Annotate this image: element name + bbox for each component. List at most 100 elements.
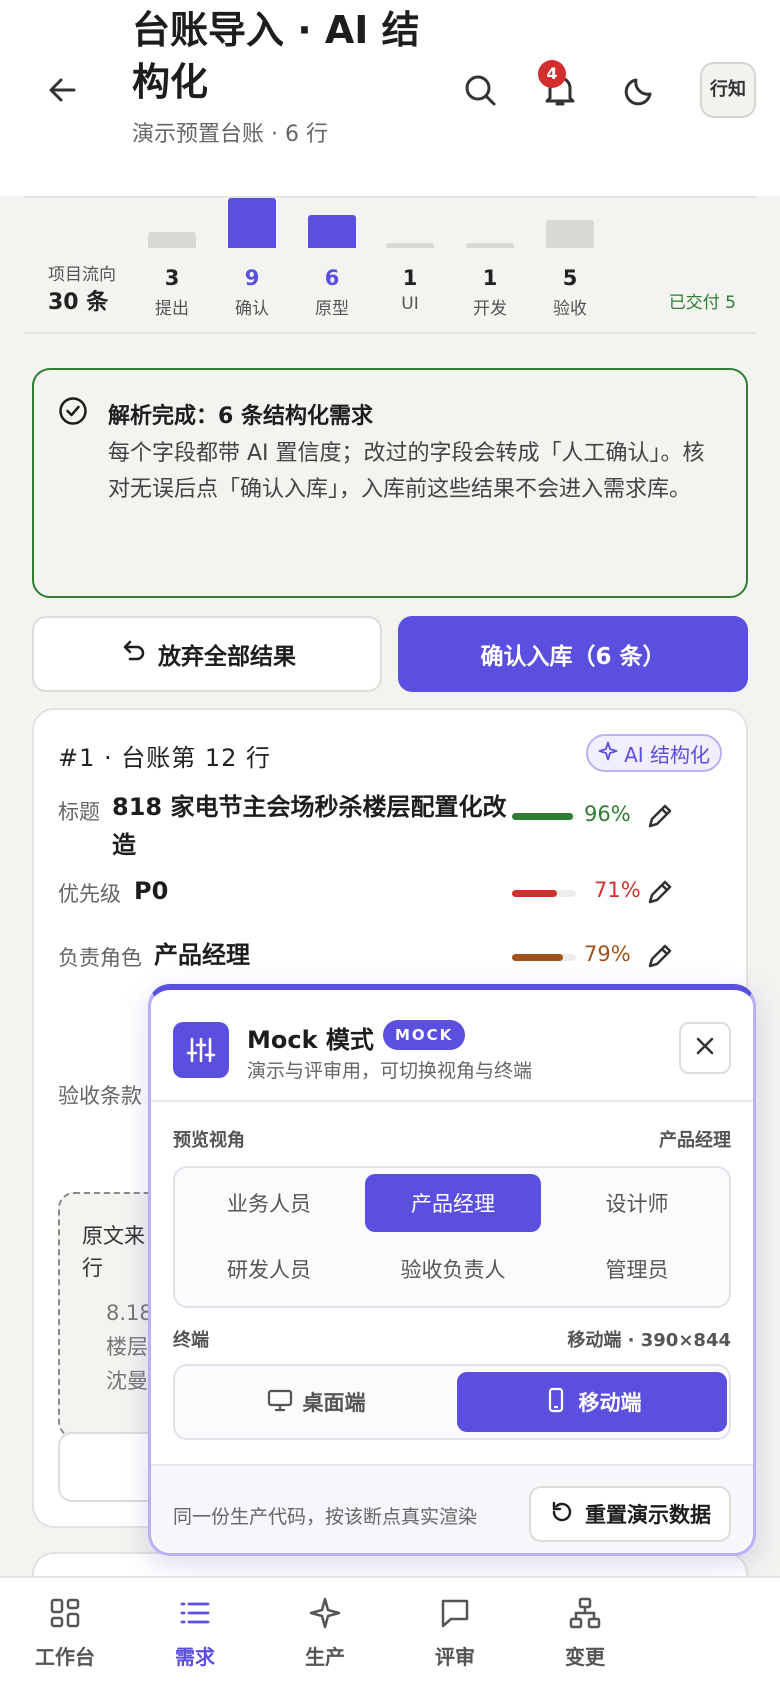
field-value-role[interactable]: 产品经理 (154, 936, 250, 974)
ai-chip-label: AI 结构化 (624, 742, 710, 767)
grid-icon (48, 1596, 82, 1635)
edit-pencil-icon[interactable] (644, 876, 676, 908)
sparkle-icon (308, 1596, 342, 1635)
mock-footer-text: 同一份生产代码，按该断点真实渲染 (173, 1506, 478, 1528)
sparkle-icon (598, 741, 618, 766)
parse-complete-notice: 解析完成：6 条结构化需求 每个字段都带 AI 置信度；改过的字段会转成「人工确… (32, 368, 748, 598)
role-option-developer[interactable]: 研发人员 (181, 1240, 357, 1298)
sliders-icon (173, 1022, 229, 1078)
nav-item-review[interactable]: 评审 (400, 1596, 510, 1680)
confidence-pct-role: 79% (584, 942, 631, 966)
view-section-label: 预览视角 (173, 1130, 245, 1151)
role-option-acceptance[interactable]: 验收负责人 (365, 1240, 541, 1298)
flow-stage-name: 开发 (473, 299, 507, 319)
mock-mode-panel: Mock 模式 MOCK 演示与评审用，可切换视角与终端 预览视角 产品经理 业… (148, 984, 756, 1556)
flow-stage-count: 1 (482, 266, 498, 290)
search-icon[interactable] (456, 66, 504, 114)
notification-badge: 4 (538, 60, 566, 88)
flow-stage[interactable]: 6 原型 (302, 198, 362, 334)
flow-stage[interactable]: 9 确认 (222, 198, 282, 334)
role-option-designer[interactable]: 设计师 (549, 1174, 725, 1232)
flow-stage[interactable]: 3 提出 (142, 198, 202, 334)
flow-stage-bar (228, 198, 276, 248)
field-value-title[interactable]: 818 家电节主会场秒杀楼层配置化改造 (112, 788, 512, 864)
undo-icon (118, 637, 146, 671)
flow-stage-count: 6 (324, 266, 340, 290)
nav-label: 生产 (305, 1645, 345, 1669)
role-option-admin[interactable]: 管理员 (549, 1240, 725, 1298)
nav-item-workspace[interactable]: 工作台 (10, 1596, 120, 1680)
reset-demo-button[interactable]: 重置演示数据 (529, 1486, 731, 1542)
edit-pencil-icon[interactable] (644, 800, 676, 832)
terminal-option-mobile[interactable]: 移动端 (457, 1372, 727, 1432)
flow-stage-bar (386, 243, 434, 248)
check-circle-icon (58, 396, 88, 426)
flow-stage-count: 1 (402, 266, 418, 290)
nav-item-changes[interactable]: 变更 (530, 1596, 640, 1680)
confirm-import-button[interactable]: 确认入库（6 条） (398, 616, 748, 692)
card-header: #1 · 台账第 12 行 (58, 744, 272, 772)
close-icon (694, 1035, 716, 1061)
discard-all-button[interactable]: 放弃全部结果 (32, 616, 382, 692)
flow-stage[interactable]: 1 开发 (460, 198, 520, 334)
page-subtitle: 演示预置台账 · 6 行 (132, 122, 328, 147)
project-flow-strip: 项目流向 30 条 3 提出 9 确认 6 原型 1 UI 1 开发 5 验收 已交付 5 (24, 196, 756, 334)
flow-total: 30 条 (48, 290, 109, 315)
reset-label: 重置演示数据 (585, 1503, 711, 1527)
app-header: 台账导入 · AI 结构化 演示预置台账 · 6 行 4 行知 (0, 0, 780, 196)
nav-item-requirements[interactable]: 需求 (140, 1596, 250, 1680)
confidence-bar-role (512, 954, 576, 961)
divider (151, 1100, 753, 1102)
field-label-priority: 优先级 (58, 882, 121, 906)
edit-pencil-icon[interactable] (644, 940, 676, 972)
avatar[interactable]: 行知 (700, 62, 756, 118)
nav-item-production[interactable]: 生产 (270, 1596, 380, 1680)
role-selector: 业务人员 产品经理 设计师 研发人员 验收负责人 管理员 (173, 1166, 731, 1308)
confidence-fill-role (512, 954, 563, 961)
ai-structured-chip[interactable]: AI 结构化 (586, 734, 722, 772)
nav-label: 评审 (435, 1645, 475, 1669)
flow-stage[interactable]: 1 UI (380, 198, 440, 334)
notice-body: 每个字段都带 AI 置信度；改过的字段会转成「人工确认」。核对无误后点「确认入库… (108, 441, 705, 502)
confidence-pct-title: 96% (584, 802, 631, 826)
flow-stage-count: 5 (562, 266, 578, 290)
confidence-bar-title (512, 813, 576, 820)
flow-stage-bar (308, 215, 356, 248)
terminal-mobile-label: 移动端 (578, 1391, 642, 1415)
confidence-pct-priority: 71% (594, 878, 641, 902)
field-label-role: 负责角色 (58, 946, 142, 970)
mock-footer: 同一份生产代码，按该断点真实渲染 重置演示数据 (151, 1464, 753, 1553)
comment-icon (438, 1596, 472, 1635)
notice-title: 解析完成：6 条结构化需求 (108, 404, 373, 429)
terminal-option-desktop[interactable]: 桌面端 (181, 1372, 451, 1432)
role-option-pm[interactable]: 产品经理 (365, 1174, 541, 1232)
confidence-fill-title (512, 813, 574, 820)
field-label-acceptance: 验收条款 (58, 1084, 142, 1108)
field-label-title: 标题 (58, 800, 100, 824)
confidence-fill-priority (512, 890, 558, 897)
discard-label: 放弃全部结果 (158, 644, 296, 670)
back-arrow-icon[interactable] (44, 72, 80, 108)
terminal-selector: 桌面端 移动端 (173, 1364, 731, 1440)
mock-subtitle: 演示与评审用，可切换视角与终端 (247, 1060, 533, 1082)
flow-stage-name: 原型 (315, 299, 349, 319)
flow-stage[interactable]: 5 验收 (540, 198, 600, 334)
monitor-icon (267, 1387, 293, 1418)
flow-stage-name: 提出 (155, 299, 189, 319)
tree-icon (568, 1596, 602, 1635)
role-option-business[interactable]: 业务人员 (181, 1174, 357, 1232)
moon-icon[interactable] (616, 66, 664, 114)
confidence-bar-priority (512, 890, 576, 897)
close-button[interactable] (679, 1022, 731, 1074)
nav-label: 变更 (565, 1645, 605, 1669)
flow-stage-name: 确认 (235, 299, 269, 319)
delivered-count: 已交付 5 (668, 293, 736, 313)
reset-icon (549, 1499, 575, 1530)
bottom-navigation: 工作台 需求 生产 评审 变更 (0, 1576, 780, 1688)
field-value-priority[interactable]: P0 (134, 872, 168, 910)
nav-label: 需求 (175, 1645, 215, 1669)
mock-tag: MOCK (383, 1020, 466, 1050)
terminal-section-label: 终端 (173, 1330, 209, 1351)
mock-title: Mock 模式 (247, 1026, 374, 1054)
view-selected-value: 产品经理 (659, 1130, 731, 1151)
